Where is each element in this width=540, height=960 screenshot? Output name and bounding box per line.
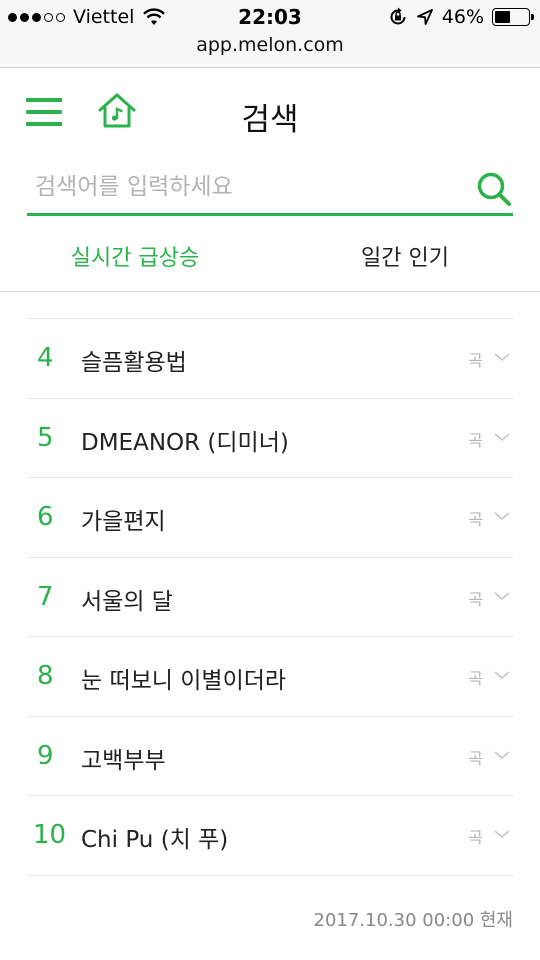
keyword-title[interactable]: 눈 떠보니 이별이더라 (81, 661, 286, 695)
list-item[interactable]: 4 슬픔활용법 곡 (27, 319, 513, 399)
rank-number: 5 (37, 422, 54, 453)
rank-number: 8 (37, 661, 54, 691)
chevron-down-icon[interactable] (493, 509, 511, 523)
chevron-down-icon[interactable] (493, 748, 511, 762)
rank-number: 9 (37, 740, 54, 771)
tab-realtime-rising[interactable]: 실시간 급상승 (0, 240, 270, 272)
chevron-down-icon[interactable] (493, 827, 511, 841)
category-label: 곡 (468, 669, 483, 688)
category-label: 곡 (468, 589, 483, 609)
category-label: 곡 (468, 748, 483, 768)
rank-number: 10 (33, 820, 67, 850)
address-bar[interactable]: app.melon.com (0, 34, 540, 56)
chevron-down-icon[interactable] (493, 430, 511, 444)
search-bar (27, 160, 513, 216)
orientation-lock-icon (390, 7, 406, 25)
category-label: 곡 (468, 430, 483, 450)
keyword-title[interactable]: 슬픔활용법 (81, 343, 187, 377)
list-item[interactable]: 10 Chi Pu (치 푸) 곡 (27, 796, 513, 876)
chevron-down-icon[interactable] (493, 589, 511, 603)
list-item[interactable]: 9 고백부부 곡 (27, 717, 513, 796)
category-label: 곡 (468, 510, 483, 529)
keyword-title[interactable]: Chi Pu (치 푸) (81, 820, 228, 854)
tab-daily-popular[interactable]: 일간 인기 (270, 240, 540, 272)
search-ranking-list: 4 슬픔활용법 곡 5 DMEANOR (디미너) 곡 6 가을편지 곡 7 서… (27, 318, 513, 876)
keyword-title[interactable]: 서울의 달 (81, 582, 173, 616)
status-bar: Viettel 22:03 46% (0, 0, 540, 34)
app-header: 검색 (0, 68, 540, 160)
rank-number: 6 (37, 502, 54, 532)
browser-chrome: Viettel 22:03 46% app.melon.com (0, 0, 540, 68)
chevron-down-icon[interactable] (493, 350, 511, 364)
category-label: 곡 (468, 828, 483, 847)
rank-number: 7 (37, 581, 54, 612)
search-icon[interactable] (475, 170, 513, 208)
battery-icon (492, 8, 534, 26)
battery-percent: 46% (441, 6, 484, 28)
list-item[interactable]: 8 눈 떠보니 이별이더라 곡 (27, 637, 513, 717)
search-input[interactable] (35, 168, 465, 206)
keyword-title[interactable]: 가을편지 (81, 502, 166, 536)
chart-tabs: 실시간 급상승 일간 인기 (0, 216, 540, 292)
list-item[interactable]: 6 가을편지 곡 (27, 478, 513, 558)
keyword-title[interactable]: DMEANOR (디미너) (81, 423, 289, 457)
category-label: 곡 (468, 351, 483, 370)
chevron-down-icon[interactable] (493, 668, 511, 682)
update-timestamp: 2017.10.30 00:00 현재 (313, 910, 514, 931)
rank-number: 4 (37, 343, 54, 373)
list-item[interactable]: 5 DMEANOR (디미너) 곡 (27, 399, 513, 478)
list-item[interactable]: 7 서울의 달 곡 (27, 558, 513, 637)
location-arrow-icon (416, 9, 433, 25)
page-title: 검색 (241, 102, 299, 138)
keyword-title[interactable]: 고백부부 (81, 741, 166, 775)
